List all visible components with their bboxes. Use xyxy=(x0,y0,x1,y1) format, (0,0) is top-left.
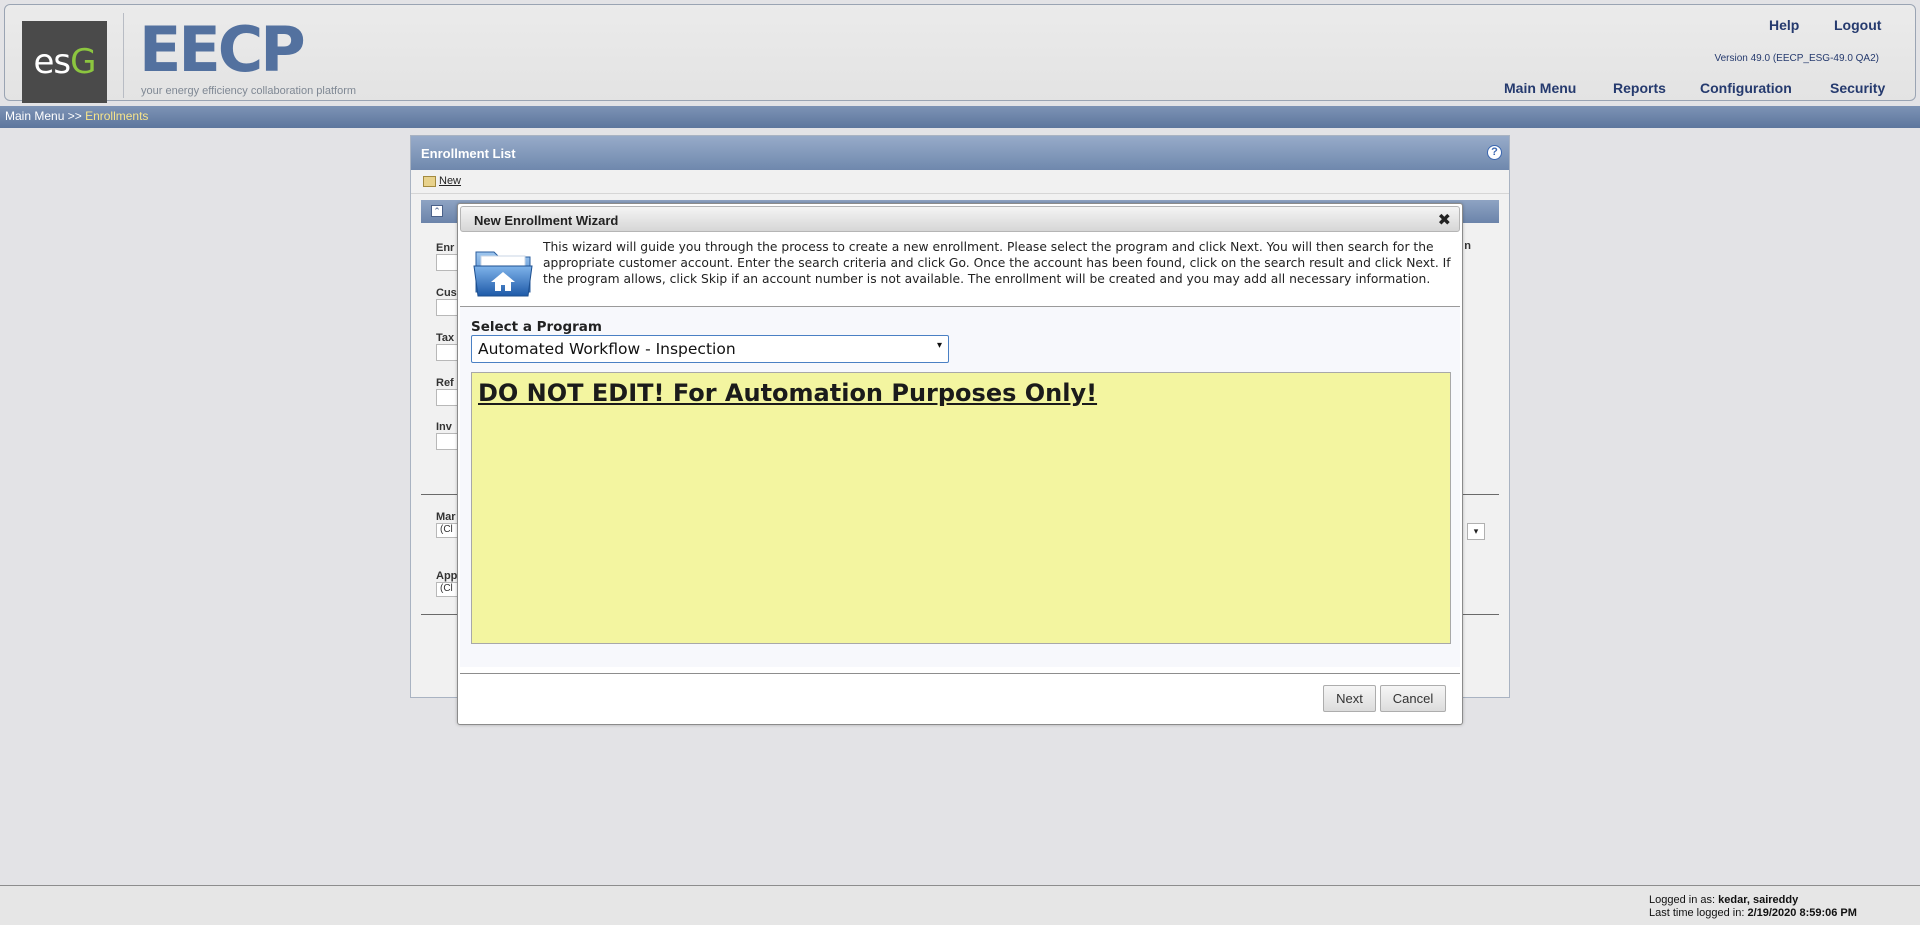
logged-in-user: kedar, saireddy xyxy=(1718,894,1799,906)
app-header: esG EECP your energy efficiency collabor… xyxy=(4,4,1916,103)
bg-field-label: Tax xyxy=(436,332,455,344)
breadcrumb-separator: >> xyxy=(67,109,82,123)
bg-field-label: Ref xyxy=(436,377,454,389)
wizard-titlebar[interactable]: New Enrollment Wizard ✖ xyxy=(460,206,1460,232)
program-description-panel: DO NOT EDIT! For Automation Purposes Onl… xyxy=(471,372,1451,644)
esg-logo: esG xyxy=(22,21,107,103)
eecp-tagline: your energy efficiency collaboration pla… xyxy=(141,85,357,97)
status-footer: Logged in as: kedar, saireddy Last time … xyxy=(0,885,1920,925)
close-icon[interactable]: ✖ xyxy=(1438,210,1451,230)
nav-configuration[interactable]: Configuration xyxy=(1700,80,1792,96)
enrollment-list-title: Enrollment List xyxy=(421,146,516,161)
program-description-text: DO NOT EDIT! For Automation Purposes Onl… xyxy=(478,379,1098,407)
folder-home-icon xyxy=(473,251,533,297)
breadcrumb: Main Menu >> Enrollments xyxy=(0,106,1920,128)
logged-in-prefix: Logged in as: xyxy=(1649,894,1716,906)
logo-text-accent: G xyxy=(70,42,96,82)
nav-security[interactable]: Security xyxy=(1830,80,1885,96)
help-icon[interactable]: ? xyxy=(1487,145,1502,160)
program-select-label: Select a Program xyxy=(471,319,602,335)
wizard-instructions: This wizard will guide you through the p… xyxy=(543,240,1451,286)
bg-dropdown-arrow[interactable]: ▾ xyxy=(1467,523,1485,540)
nav-reports[interactable]: Reports xyxy=(1613,80,1666,96)
new-enrollment-button[interactable]: New xyxy=(423,175,461,187)
bg-field-label: n xyxy=(1464,240,1471,252)
breadcrumb-current: Enrollments xyxy=(85,109,149,123)
next-button[interactable]: Next xyxy=(1323,685,1376,712)
cancel-button[interactable]: Cancel xyxy=(1380,685,1446,712)
eecp-wordmark-logo: EECP xyxy=(139,13,306,86)
wizard-footer-divider xyxy=(460,673,1460,674)
logged-in-info: Logged in as: kedar, saireddy xyxy=(1649,894,1798,906)
breadcrumb-main-menu[interactable]: Main Menu xyxy=(5,109,64,123)
new-document-icon xyxy=(423,175,436,187)
program-select-value: Automated Workflow - Inspection xyxy=(478,340,736,358)
help-link[interactable]: Help xyxy=(1769,17,1799,33)
collapse-icon[interactable]: ⌃ xyxy=(431,205,443,217)
bg-field-label: App xyxy=(436,570,458,582)
nav-main-menu[interactable]: Main Menu xyxy=(1504,80,1576,96)
enrollment-list-toolbar: New xyxy=(411,170,1509,194)
program-select[interactable]: Automated Workflow - Inspection ▾ xyxy=(471,335,949,363)
bg-field-label: Enr xyxy=(436,242,455,254)
bg-field-label: Inv xyxy=(436,421,452,433)
new-enrollment-label: New xyxy=(439,175,462,187)
last-login-info: Last time logged in: 2/19/2020 8:59:06 P… xyxy=(1649,907,1857,919)
logo-text-main: es xyxy=(33,42,72,82)
version-label: Version 49.0 (EECP_ESG-49.0 QA2) xyxy=(1714,53,1879,64)
last-login-prefix: Last time logged in: xyxy=(1649,907,1745,919)
bg-field-label: Mar xyxy=(436,511,456,523)
wizard-body: This wizard will guide you through the p… xyxy=(460,234,1460,667)
logo-divider xyxy=(123,13,124,98)
wizard-title: New Enrollment Wizard xyxy=(474,213,619,228)
wizard-intro: This wizard will guide you through the p… xyxy=(460,234,1460,307)
enrollment-list-titlebar: Enrollment List ? xyxy=(411,136,1509,170)
chevron-down-icon: ▾ xyxy=(936,340,942,351)
last-login-value: 2/19/2020 8:59:06 PM xyxy=(1747,907,1857,919)
logout-link[interactable]: Logout xyxy=(1834,17,1881,33)
new-enrollment-wizard-dialog: New Enrollment Wizard ✖ This wizard will… xyxy=(457,203,1463,725)
bg-field-label: Cus xyxy=(436,287,457,299)
